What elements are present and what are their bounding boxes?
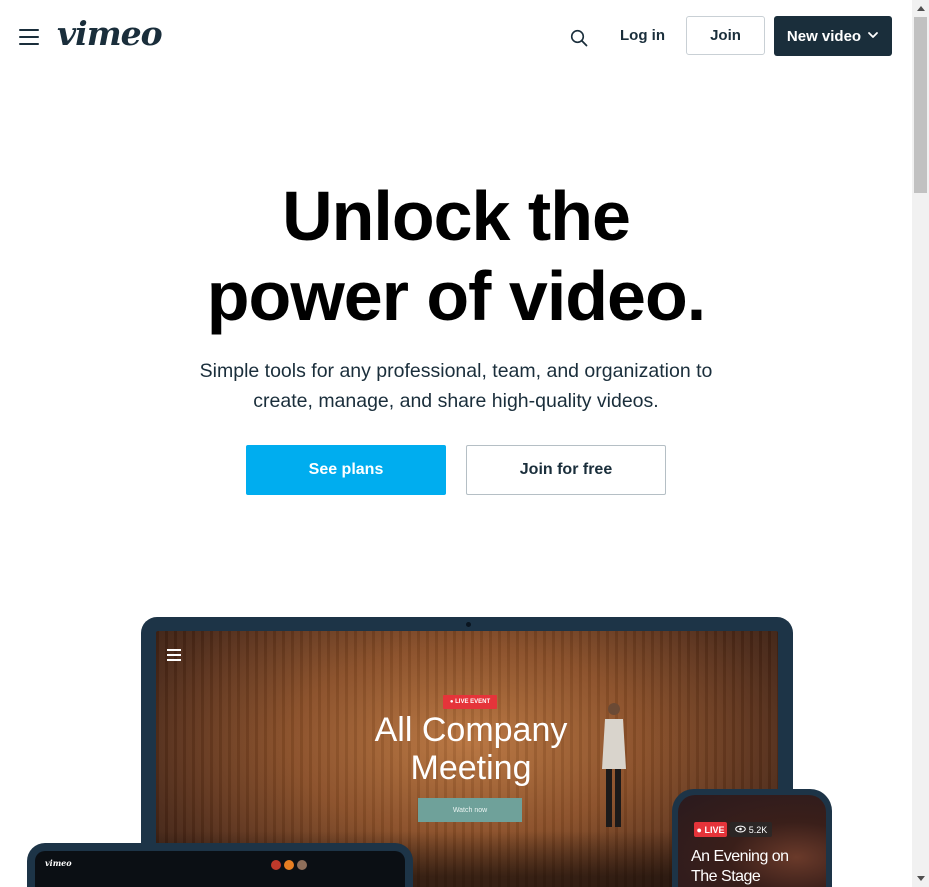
- hamburger-menu-icon[interactable]: [19, 29, 39, 47]
- scroll-down-arrow-icon[interactable]: [912, 870, 929, 887]
- viewer-count: 5.2K: [730, 822, 772, 837]
- see-plans-button[interactable]: See plans: [246, 445, 446, 495]
- scroll-thumb[interactable]: [914, 17, 927, 193]
- phone-event-title: An Evening on The Stage: [691, 847, 821, 887]
- join-for-free-button[interactable]: Join for free: [466, 445, 666, 495]
- search-icon[interactable]: [570, 29, 588, 47]
- tablet-vimeo-logo: vimeo: [45, 858, 72, 868]
- eye-icon: [734, 825, 746, 835]
- chevron-down-icon: [867, 28, 879, 45]
- phone-title-line2: The Stage: [691, 868, 761, 885]
- speaker-figure: [602, 703, 626, 827]
- hero-subtitle: Simple tools for any professional, team,…: [199, 360, 713, 412]
- tablet-avatars: [271, 857, 310, 875]
- site-header: vimeo Log in Join New video: [0, 0, 912, 74]
- hero-title-line2: power of video.: [206, 257, 706, 335]
- join-button[interactable]: Join: [686, 16, 765, 55]
- event-title-line2: Meeting: [410, 749, 532, 787]
- watch-now-button: Watch now: [418, 798, 522, 822]
- viewer-count-value: 5.2K: [748, 824, 768, 835]
- login-link[interactable]: Log in: [620, 27, 665, 44]
- scroll-up-arrow-icon[interactable]: [912, 0, 929, 17]
- live-event-badge: ● LIVE EVENT: [443, 695, 497, 709]
- hero-title-line1: Unlock the: [282, 177, 631, 255]
- vimeo-logo[interactable]: vimeo: [57, 14, 163, 53]
- event-title: All Company Meeting: [346, 711, 596, 787]
- tablet-mockup: vimeo: [27, 843, 413, 887]
- page-scrollbar[interactable]: [912, 0, 929, 887]
- phone-screen: ● LIVE 5.2K An Evening on The Stage: [678, 795, 826, 887]
- phone-live-badge: ● LIVE: [694, 822, 727, 837]
- hero-title: Unlock the power of video.: [0, 176, 912, 336]
- new-video-button[interactable]: New video: [774, 16, 892, 56]
- event-title-line1: All Company: [374, 711, 568, 749]
- laptop-camera: [466, 622, 471, 627]
- phone-mockup: ● LIVE 5.2K An Evening on The Stage: [672, 789, 832, 887]
- new-video-label: New video: [786, 27, 862, 45]
- screen-menu-icon: [167, 649, 181, 661]
- phone-title-line1: An Evening on: [691, 848, 789, 865]
- tablet-screen: vimeo: [35, 851, 405, 887]
